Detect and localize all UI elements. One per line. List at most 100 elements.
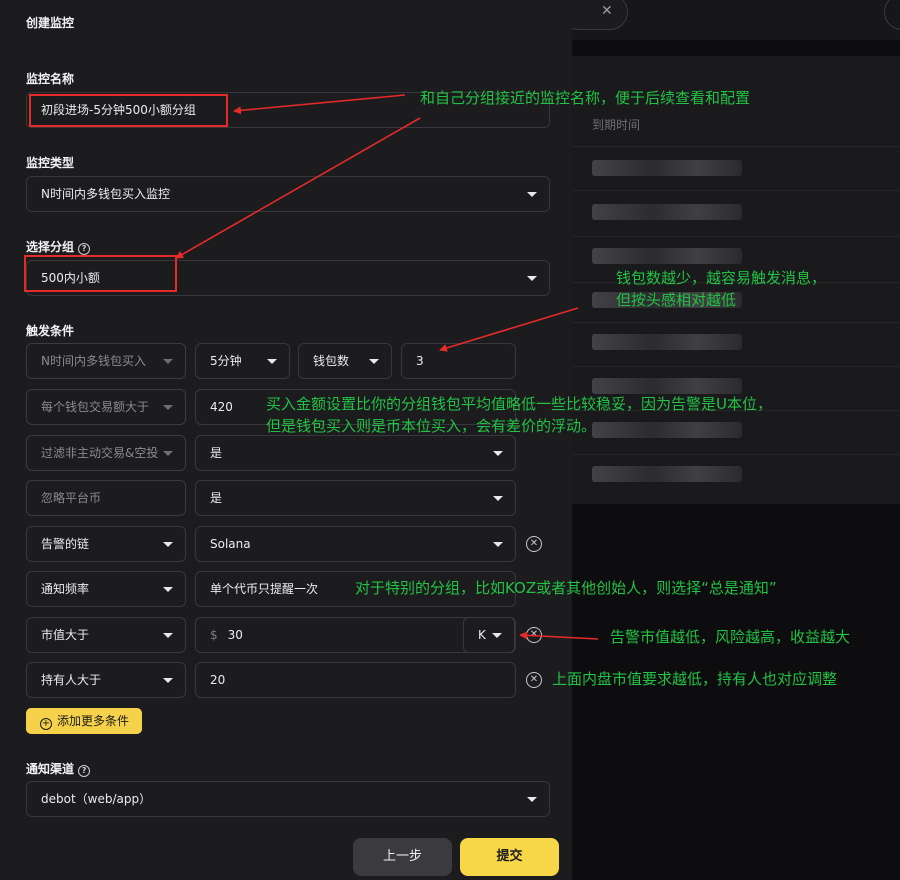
time-window-select[interactable]: 5分钟 xyxy=(195,343,290,379)
wallet-count-value: 3 xyxy=(416,354,424,368)
add-condition-button[interactable]: + 添加更多条件 xyxy=(26,708,142,734)
condition-field-value: 每个钱包交易额大于 xyxy=(41,400,150,414)
monitor-type-value: N时间内多钱包买入监控 xyxy=(41,187,170,201)
notify-channel-value: debot（web/app） xyxy=(41,792,152,806)
table-row-divider xyxy=(572,454,900,455)
chevron-down-icon xyxy=(493,496,503,501)
chevron-down-icon xyxy=(163,542,173,547)
condition-field-value: 告警的链 xyxy=(41,537,90,551)
condition-field-value: N时间内多钱包买入 xyxy=(41,354,146,368)
condition-field-select: 每个钱包交易额大于 xyxy=(26,389,186,425)
chevron-down-icon xyxy=(493,451,503,456)
add-condition-label: 添加更多条件 xyxy=(57,714,130,728)
chevron-down-icon xyxy=(163,587,173,592)
annotation-amount-tip-1: 买入金额设置比你的分组钱包平均值略低一些比较稳妥，因为告警是U本位， xyxy=(266,395,772,413)
chain-value: Solana xyxy=(210,537,251,551)
annotation-notify-tip: 对于特别的分组，比如KOZ或者其他创始人，则选择“总是通知” xyxy=(355,579,777,597)
metric-select[interactable]: 钱包数 xyxy=(298,343,392,379)
monitor-name-label: 监控名称 xyxy=(26,72,75,86)
blurred-cell xyxy=(592,466,742,482)
annotation-amount-tip-2: 但是钱包买入则是币本位买入，会有差价的浮动。 xyxy=(266,417,597,435)
chevron-down-icon xyxy=(493,542,503,547)
blurred-cell xyxy=(592,334,742,350)
filter-airdrop-select[interactable]: 是 xyxy=(195,435,516,471)
annotation-mcap-tip: 告警市值越低，风险越高，收益越大 xyxy=(610,628,851,646)
monitor-type-select[interactable]: N时间内多钱包买入监控 xyxy=(26,176,550,212)
table-row-divider xyxy=(572,146,900,147)
chevron-down-icon xyxy=(163,633,173,638)
condition-field-value: 持有人大于 xyxy=(41,673,102,687)
notify-channel-label: 通知渠道? xyxy=(26,760,91,777)
chevron-down-icon xyxy=(492,633,502,638)
chevron-down-icon xyxy=(163,678,173,683)
chevron-down-icon xyxy=(267,359,277,364)
annotation-name-tip: 和自己分组接近的监控名称，便于后续查看和配置 xyxy=(420,89,751,107)
chevron-down-icon xyxy=(163,359,173,364)
condition-field-select: N时间内多钱包买入 xyxy=(26,343,186,379)
ignore-platform-token-value: 是 xyxy=(210,491,223,505)
notify-frequency-value: 单个代币只提醒一次 xyxy=(210,582,319,596)
time-window-value: 5分钟 xyxy=(210,354,242,368)
condition-field-select: 过滤非主动交易&空投 xyxy=(26,435,186,471)
create-monitor-modal: 创建监控 监控名称 初段进场-5分钟500小额分组 监控类型 N时间内多钱包买入… xyxy=(0,0,572,880)
condition-field-select[interactable]: 市值大于 xyxy=(26,617,186,653)
unit-value: K xyxy=(478,628,486,642)
condition-field-value: 市值大于 xyxy=(41,628,90,642)
table-row-divider xyxy=(572,366,900,367)
plus-icon: + xyxy=(40,718,52,730)
blurred-cell xyxy=(592,248,742,264)
monitor-type-label: 监控类型 xyxy=(26,156,75,170)
remove-condition-icon[interactable]: ✕ xyxy=(526,672,542,688)
blurred-cell xyxy=(592,378,742,394)
blurred-cell xyxy=(592,160,742,176)
condition-field-select: 忽略平台币 xyxy=(26,480,186,516)
notify-channel-select[interactable]: debot（web/app） xyxy=(26,781,550,817)
remove-condition-icon[interactable]: ✕ xyxy=(526,536,542,552)
market-cap-value: 30 xyxy=(227,628,243,642)
condition-field-select[interactable]: 持有人大于 xyxy=(26,662,186,698)
ignore-platform-token-select[interactable]: 是 xyxy=(195,480,516,516)
trigger-conditions-label: 触发条件 xyxy=(26,324,75,338)
help-icon[interactable]: ? xyxy=(78,243,91,255)
notify-channel-label-text: 通知渠道 xyxy=(26,762,75,776)
submit-button[interactable]: 提交 xyxy=(460,838,559,876)
highlight-box xyxy=(24,255,177,292)
group-select-label: 选择分组? xyxy=(26,238,91,255)
metric-value: 钱包数 xyxy=(313,354,350,368)
wallet-count-input[interactable]: 3 xyxy=(401,343,516,379)
annotation-wallet-tip-1: 钱包数越少，越容易触发消息， xyxy=(616,269,827,287)
chevron-down-icon xyxy=(369,359,379,364)
background-column-header: 到期时间 xyxy=(592,118,641,132)
previous-step-button[interactable]: 上一步 xyxy=(353,838,452,876)
modal-title: 创建监控 xyxy=(26,16,75,30)
help-icon[interactable]: ? xyxy=(78,765,91,777)
highlight-box xyxy=(29,94,228,127)
table-row-divider xyxy=(572,190,900,191)
condition-field-value: 过滤非主动交易&空投 xyxy=(41,446,159,460)
chevron-down-icon xyxy=(527,276,537,281)
chevron-down-icon xyxy=(163,405,173,410)
annotation-holder-tip: 上面内盘市值要求越低，持有人也对应调整 xyxy=(552,670,838,688)
condition-field-select[interactable]: 通知频率 xyxy=(26,571,186,607)
market-cap-input[interactable]: $30 K xyxy=(195,617,516,653)
blurred-cell xyxy=(592,422,742,438)
filter-airdrop-value: 是 xyxy=(210,446,223,460)
blurred-cell xyxy=(592,204,742,220)
holder-count-value: 20 xyxy=(210,673,226,687)
currency-symbol: $ xyxy=(210,628,218,642)
annotation-wallet-tip-2: 但按头感相对越低 xyxy=(616,291,737,309)
unit-select[interactable]: K xyxy=(463,617,515,653)
remove-condition-icon[interactable]: ✕ xyxy=(526,627,542,643)
table-row-divider xyxy=(572,322,900,323)
condition-field-select[interactable]: 告警的链 xyxy=(26,526,186,562)
trade-amount-value: 420 xyxy=(210,400,233,414)
condition-field-value: 忽略平台币 xyxy=(41,491,102,505)
group-select-label-text: 选择分组 xyxy=(26,240,75,254)
chain-select[interactable]: Solana xyxy=(195,526,516,562)
table-row-divider xyxy=(572,236,900,237)
holder-count-input[interactable]: 20 xyxy=(195,662,516,698)
chevron-down-icon xyxy=(527,797,537,802)
condition-field-value: 通知频率 xyxy=(41,582,90,596)
chevron-down-icon xyxy=(527,192,537,197)
close-icon[interactable]: ✕ xyxy=(601,3,613,19)
